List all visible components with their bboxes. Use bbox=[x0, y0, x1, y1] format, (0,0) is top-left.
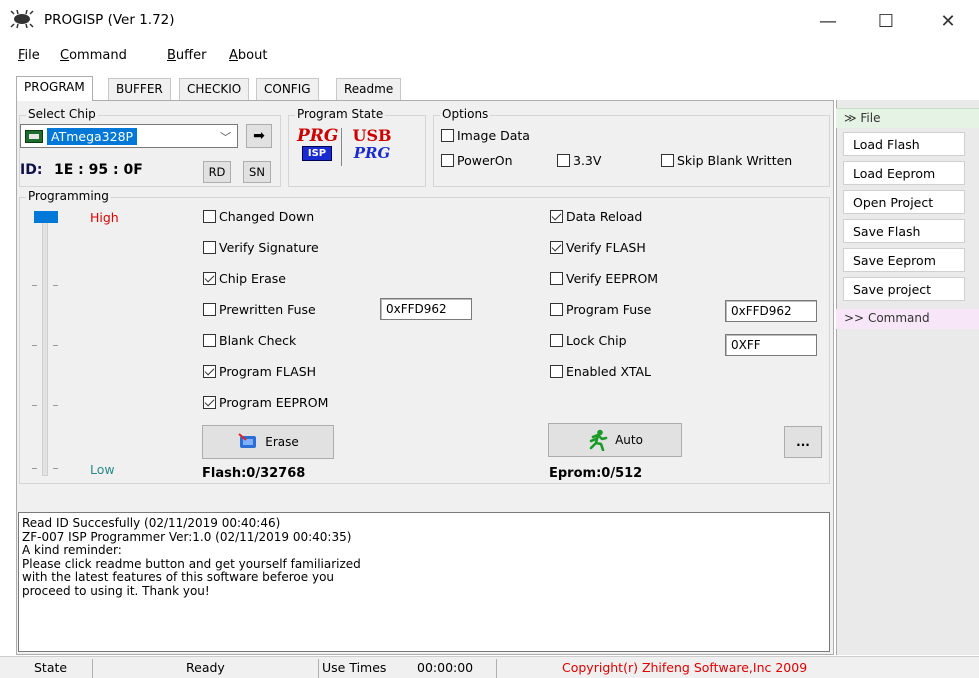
enabled-xtal-checkbox[interactable]: Enabled XTAL bbox=[550, 364, 651, 379]
chip-id-label: ID: bbox=[20, 162, 43, 178]
status-divider bbox=[318, 659, 319, 678]
slider-tick bbox=[53, 405, 58, 406]
status-bar: State Ready Use Times 00:00:00 Copyright… bbox=[0, 656, 979, 678]
verify-flash-checkbox[interactable]: Verify FLASH bbox=[550, 240, 646, 255]
tab-program[interactable]: PROGRAM bbox=[16, 76, 93, 101]
changed-down-checkbox[interactable]: Changed Down bbox=[203, 209, 314, 224]
menu-about[interactable]: About bbox=[229, 48, 267, 63]
eprom-progress-text: Eprom:0/512 bbox=[549, 466, 643, 481]
log-line: Read ID Succesfully (02/11/2019 00:40:46… bbox=[22, 516, 281, 530]
arrow-right-button[interactable]: ➡ bbox=[246, 124, 272, 148]
slider-tick bbox=[53, 285, 58, 286]
speed-low-label: Low bbox=[90, 462, 115, 477]
lock-bits-field[interactable]: 0XFF bbox=[725, 334, 817, 356]
options-label: Options bbox=[440, 107, 491, 121]
status-divider bbox=[92, 659, 93, 678]
tab-buffer[interactable]: BUFFER bbox=[108, 78, 171, 100]
read-id-button[interactable]: RD bbox=[203, 161, 231, 183]
chip-dropdown[interactable]: ATmega328P ﹀ bbox=[20, 124, 238, 148]
programming-label: Programming bbox=[26, 189, 111, 203]
options-group: Options bbox=[433, 107, 830, 187]
expand-chevron-icon: >> bbox=[844, 311, 865, 325]
slider-tick bbox=[32, 285, 37, 286]
program-fuse-field[interactable]: 0xFFD962 bbox=[725, 300, 817, 322]
log-line: Please click readme button and get yours… bbox=[22, 556, 361, 571]
slider-tick bbox=[32, 468, 37, 469]
tab-config[interactable]: CONFIG bbox=[256, 78, 319, 100]
state-label: State bbox=[34, 660, 68, 675]
load-eeprom-button[interactable]: Load Eeprom bbox=[843, 161, 965, 185]
prewritten-fuse-checkbox[interactable]: Prewritten Fuse bbox=[203, 302, 316, 317]
window-title: PROGISP (Ver 1.72) bbox=[44, 12, 175, 28]
status-divider bbox=[496, 659, 497, 678]
copyright-text: Copyright(r) Zhifeng Software,Inc 2009 bbox=[562, 660, 808, 675]
verify-signature-checkbox[interactable]: Verify Signature bbox=[203, 240, 319, 255]
flash-progress-text: Flash:0/32768 bbox=[202, 466, 306, 481]
blank-check-checkbox[interactable]: Blank Check bbox=[203, 333, 296, 348]
speed-slider-track[interactable] bbox=[42, 218, 48, 476]
load-flash-button[interactable]: Load Flash bbox=[843, 132, 965, 156]
menu-command[interactable]: Command bbox=[60, 48, 127, 63]
tab-checkio[interactable]: CHECKIO bbox=[179, 78, 250, 100]
file-section-header[interactable]: ≫ File bbox=[836, 108, 979, 128]
running-man-icon bbox=[589, 429, 608, 451]
speed-high-label: High bbox=[90, 210, 119, 225]
save-flash-button[interactable]: Save Flash bbox=[843, 219, 965, 243]
log-output[interactable]: Read ID Succesfully (02/11/2019 00:40:46… bbox=[18, 512, 830, 652]
slider-tick bbox=[53, 345, 58, 346]
chip-app-icon bbox=[10, 10, 34, 28]
slider-tick bbox=[53, 468, 58, 469]
3v3-checkbox[interactable]: 3.3V bbox=[557, 153, 601, 168]
use-times-label: Use Times bbox=[322, 660, 387, 675]
tab-readme[interactable]: Readme bbox=[336, 78, 402, 100]
program-state-label: Program State bbox=[295, 107, 386, 121]
log-line: A kind reminder: bbox=[22, 543, 122, 557]
command-section-header[interactable]: >> Command bbox=[836, 309, 979, 329]
speed-slider-thumb[interactable] bbox=[34, 211, 58, 223]
image-data-checkbox[interactable]: Image Data bbox=[441, 128, 530, 143]
program-fuse-checkbox[interactable]: Program Fuse bbox=[550, 302, 651, 317]
serial-number-button[interactable]: SN bbox=[243, 161, 271, 183]
chip-erase-checkbox[interactable]: Chip Erase bbox=[203, 271, 286, 286]
log-line: with the latest features of this softwar… bbox=[22, 570, 335, 584]
save-eeprom-button[interactable]: Save Eeprom bbox=[843, 248, 965, 272]
close-button[interactable]: ✕ bbox=[928, 6, 968, 36]
chip-icon bbox=[25, 130, 43, 143]
chevron-down-icon: ﹀ bbox=[220, 131, 231, 144]
chip-id-value: 1E : 95 : 0F bbox=[54, 162, 143, 178]
state-value: Ready bbox=[186, 660, 225, 675]
prewritten-fuse-field[interactable]: 0xFFD962 bbox=[380, 298, 472, 320]
open-project-button[interactable]: Open Project bbox=[843, 190, 965, 214]
menu-buffer[interactable]: Buffer bbox=[167, 48, 206, 63]
verify-eeprom-checkbox[interactable]: Verify EEPROM bbox=[550, 271, 658, 286]
data-reload-checkbox[interactable]: Data Reload bbox=[550, 209, 642, 224]
collapse-chevron-icon: ≫ bbox=[844, 111, 857, 125]
log-line: ZF-007 ISP Programmer Ver:1.0 (02/11/201… bbox=[22, 529, 352, 544]
menu-file[interactable]: File bbox=[18, 48, 40, 63]
chip-selected-value: ATmega328P bbox=[47, 128, 138, 145]
lock-chip-checkbox[interactable]: Lock Chip bbox=[550, 333, 627, 348]
log-line: proceed to using it. Thank you! bbox=[22, 583, 210, 598]
select-chip-label: Select Chip bbox=[26, 107, 98, 121]
usb-prg-icon: USB PRG bbox=[352, 126, 392, 163]
power-on-checkbox[interactable]: PowerOn bbox=[441, 153, 513, 168]
eraser-icon bbox=[238, 433, 257, 448]
more-options-button[interactable]: ... bbox=[784, 426, 822, 458]
program-eeprom-checkbox[interactable]: Program EEPROM bbox=[203, 395, 328, 410]
minimize-button[interactable]: — bbox=[808, 6, 848, 36]
save-project-button[interactable]: Save project bbox=[843, 277, 965, 301]
programming-group: Programming bbox=[19, 189, 830, 484]
prg-isp-icon: PRG ISP bbox=[297, 126, 339, 161]
slider-tick bbox=[32, 405, 37, 406]
slider-tick bbox=[32, 345, 37, 346]
auto-button[interactable]: Auto bbox=[548, 423, 682, 457]
use-times-value: 00:00:00 bbox=[417, 660, 474, 675]
erase-button[interactable]: Erase bbox=[202, 425, 334, 459]
maximize-button[interactable]: ☐ bbox=[866, 6, 906, 36]
program-flash-checkbox[interactable]: Program FLASH bbox=[203, 364, 316, 379]
state-divider bbox=[341, 128, 342, 166]
skip-blank-checkbox[interactable]: Skip Blank Written bbox=[661, 153, 792, 168]
